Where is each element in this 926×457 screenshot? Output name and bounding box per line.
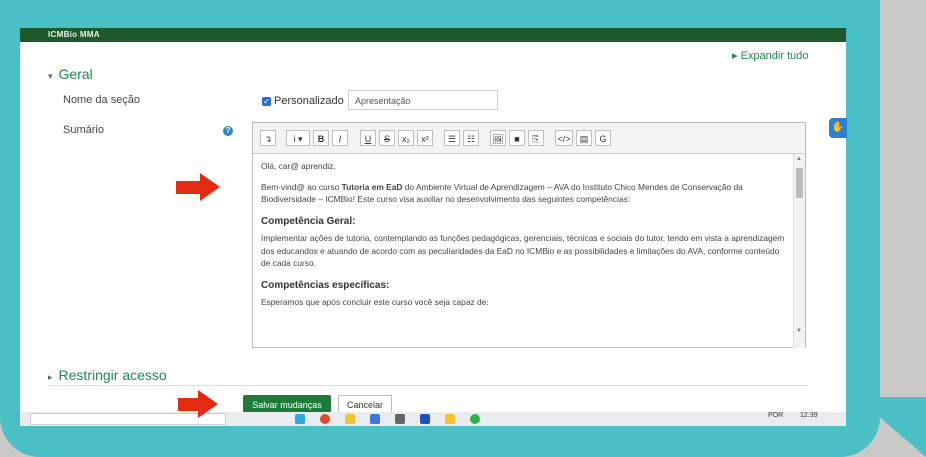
speech-bubble-tail — [856, 397, 926, 457]
scrollbar-thumb[interactable] — [796, 168, 803, 198]
custom-checkbox-label[interactable]: Personalizado — [274, 95, 344, 107]
welcome-paragraph: Bem-vind@ ao curso Tutoria em EaD do Amb… — [261, 181, 785, 206]
toolbar-image-button[interactable]: 🖼 — [490, 130, 506, 146]
accessibility-icon[interactable]: ✋ — [829, 118, 847, 138]
specific-competences-text: Esperamos que após concluir este curso v… — [261, 297, 489, 307]
toolbar-subscript-button[interactable]: x₂ — [398, 130, 414, 146]
taskbar-mail-icon[interactable] — [370, 414, 380, 424]
scroll-up-icon[interactable]: ▲ — [796, 156, 802, 162]
caret-down-icon: ▾ — [48, 71, 53, 81]
toolbar-italic-button[interactable]: I — [332, 130, 348, 146]
top-navigation-bar: ICMBio MMA — [20, 28, 846, 42]
custom-checkbox[interactable]: ✓ — [262, 97, 271, 106]
course-name: Tutoria em EaD — [341, 181, 403, 192]
section-divider — [48, 385, 808, 386]
caret-right-icon: ▸ — [48, 372, 53, 382]
expand-all-link[interactable]: ▸ Expandir tudo — [732, 49, 808, 62]
general-section-title: Geral — [58, 66, 93, 82]
site-logo[interactable]: ICMBio MMA — [48, 30, 100, 39]
section-name-input[interactable]: Apresentação — [348, 90, 498, 110]
screenshot-frame: ICMBio MMA ▸ Expandir tudo ▾ Geral Nome d… — [20, 28, 846, 426]
toolbar-table-button[interactable]: ▤ — [576, 130, 592, 146]
toolbar-html-button[interactable]: </> — [555, 130, 573, 146]
general-competence-heading: Competência Geral: — [261, 215, 356, 227]
toolbar-unordered-list-button[interactable]: ☰ — [444, 130, 460, 146]
taskbar-chrome-icon[interactable] — [320, 414, 330, 424]
general-competence-text: Implementar ações de tutoria, contemplan… — [261, 233, 785, 268]
taskbar-app-icon[interactable] — [420, 414, 430, 424]
section-name-label: Nome da seção — [63, 94, 141, 106]
restrict-access-title: Restringir acesso — [58, 367, 167, 383]
toolbar-manage-files-button[interactable]: ⎘ — [528, 130, 544, 146]
toolbar-media-button[interactable]: ■ — [509, 130, 525, 146]
toolbar-bold-button[interactable]: B — [313, 130, 329, 146]
specific-competences-heading: Competências específicas: — [261, 279, 390, 291]
toolbar-strikethrough-button[interactable]: S — [379, 130, 395, 146]
toolbar-spellcheck-button[interactable]: G — [595, 130, 611, 146]
welcome-prefix: Bem-vind@ ao curso — [261, 181, 342, 192]
toolbar-paragraph-styles-button[interactable]: i ▾ — [286, 130, 310, 146]
editor-toolbar: ↴ i ▾ B I U S x₂ x² ☰ ☷ 🖼 ■ ⎘ </> ▤ G — [253, 123, 805, 154]
editor-scrollbar[interactable]: ▲ ▼ — [793, 154, 805, 348]
taskbar-app-icon[interactable] — [445, 414, 455, 424]
editor-content[interactable]: Olá, car@ aprendiz, Bem-vind@ ao curso T… — [253, 154, 793, 348]
toolbar-ordered-list-button[interactable]: ☷ — [463, 130, 479, 146]
help-icon[interactable]: ? — [223, 126, 233, 136]
caret-right-icon: ▸ — [732, 50, 738, 62]
os-taskbar: POR 12:39 — [20, 412, 846, 426]
toolbar-collapse-button[interactable]: ↴ — [260, 130, 276, 146]
toolbar-superscript-button[interactable]: x² — [417, 130, 433, 146]
taskbar-search-box[interactable] — [30, 413, 226, 425]
taskbar-app-icon[interactable] — [470, 414, 480, 424]
greeting-text: Olá, car@ aprendiz, — [261, 161, 336, 171]
taskbar-app-icon[interactable] — [295, 414, 305, 424]
general-section-toggle[interactable]: ▾ Geral — [48, 66, 93, 82]
taskbar-folder-icon[interactable] — [345, 414, 355, 424]
expand-all-label: Expandir tudo — [740, 50, 809, 62]
taskbar-store-icon[interactable] — [395, 414, 405, 424]
summary-label: Sumário — [63, 124, 104, 136]
keyboard-language[interactable]: POR — [768, 412, 783, 419]
scroll-down-icon[interactable]: ▼ — [796, 328, 802, 334]
restrict-access-toggle[interactable]: ▸ Restringir acesso — [48, 367, 167, 383]
clock-time[interactable]: 12:39 — [800, 412, 818, 419]
toolbar-underline-button[interactable]: U — [360, 130, 376, 146]
rich-text-editor[interactable]: ↴ i ▾ B I U S x₂ x² ☰ ☷ 🖼 ■ ⎘ </> ▤ G Ol… — [252, 122, 806, 348]
